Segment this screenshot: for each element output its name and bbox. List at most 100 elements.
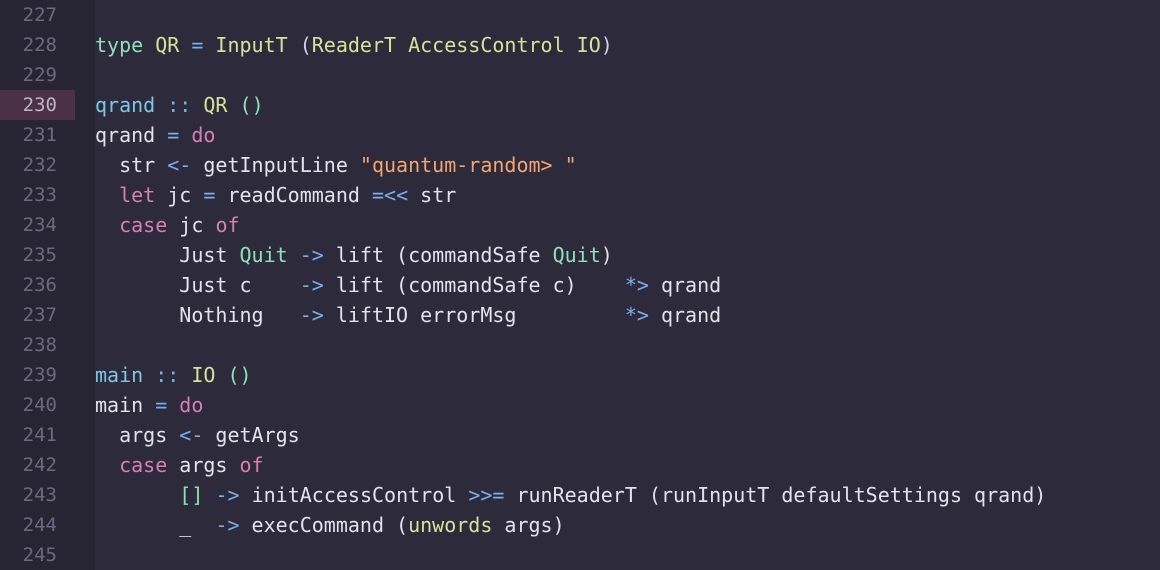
code-line[interactable]: 229: [0, 60, 1160, 90]
code-token: qrand: [648, 303, 722, 327]
code-editor[interactable]: 227 228 type QR = InputT (ReaderT AccessCo…: [0, 0, 1160, 570]
code-line[interactable]: 236 Just c -> lift (commandSafe c) *> qr…: [0, 270, 1160, 300]
code-token: ): [600, 243, 613, 267]
code-token: str: [408, 183, 457, 207]
code-token: InputT: [203, 33, 300, 57]
code-token: Just: [95, 243, 240, 267]
code-token: args: [95, 423, 180, 447]
code-token: QR: [143, 33, 192, 57]
code-line-text: Just c -> lift (commandSafe c) *> qrand: [95, 270, 721, 300]
line-number: 245: [22, 544, 57, 566]
line-number: 242: [22, 454, 57, 476]
code-line[interactable]: 232 str <- getInputLine "quantum-random>…: [0, 150, 1160, 180]
code-token: QR: [203, 93, 228, 117]
line-number: 232: [22, 154, 57, 176]
code-token: str: [95, 153, 168, 177]
code-line[interactable]: 230 qrand :: QR (): [0, 90, 1160, 120]
code-token: <-: [167, 153, 192, 177]
code-token: args: [167, 453, 240, 477]
code-token: liftIO errorMsg: [323, 303, 625, 327]
code-line-text: qrand :: QR (): [95, 90, 264, 120]
code-token: =<<: [371, 183, 409, 207]
code-line-text: args <- getArgs: [95, 420, 300, 450]
line-number: 237: [22, 304, 57, 326]
code-line[interactable]: 228 type QR = InputT (ReaderT AccessContr…: [0, 30, 1160, 60]
code-token: ->: [215, 513, 240, 537]
code-token: (): [227, 93, 264, 117]
code-line[interactable]: 242 case args of: [0, 450, 1160, 480]
code-line-text: let jc = readCommand =<< str: [95, 180, 456, 210]
code-line[interactable]: 231 qrand = do: [0, 120, 1160, 150]
code-line[interactable]: 237 Nothing -> liftIO errorMsg *> qrand: [0, 300, 1160, 330]
code-line[interactable]: 234 case jc of: [0, 210, 1160, 240]
code-token: ::: [143, 363, 192, 387]
code-token: IO: [191, 363, 216, 387]
code-token: initAccessControl: [239, 483, 469, 507]
code-token: (: [299, 33, 312, 57]
code-token: "quantum-random> ": [359, 153, 577, 177]
line-number: 240: [22, 394, 57, 416]
code-line-text: Nothing -> liftIO errorMsg *> qrand: [95, 300, 721, 330]
code-token: _: [95, 513, 216, 537]
line-number: 233: [22, 184, 57, 206]
code-token: ReaderT AccessControl IO: [311, 33, 601, 57]
code-token: do: [179, 123, 216, 147]
code-token: <-: [179, 423, 204, 447]
line-number: 230: [0, 90, 75, 120]
code-token: jc: [155, 183, 204, 207]
code-token: ->: [299, 273, 324, 297]
code-token: args): [492, 513, 565, 537]
code-token: qrand: [648, 273, 722, 297]
code-line[interactable]: 243 [] -> initAccessControl >>= runReade…: [0, 480, 1160, 510]
code-line[interactable]: 240 main = do: [0, 390, 1160, 420]
code-line[interactable]: 238: [0, 330, 1160, 360]
code-token: ->: [299, 243, 324, 267]
line-number: 244: [22, 514, 57, 536]
line-number: 241: [22, 424, 57, 446]
code-token: case: [119, 453, 168, 477]
code-token: jc: [167, 213, 216, 237]
code-line[interactable]: 233 let jc = readCommand =<< str: [0, 180, 1160, 210]
code-line[interactable]: 244 _ -> execCommand (unwords args): [0, 510, 1160, 540]
code-token: readCommand: [215, 183, 372, 207]
code-token: let: [119, 183, 156, 207]
code-token: qrand: [95, 93, 156, 117]
code-token: *>: [624, 273, 649, 297]
code-token: =: [191, 33, 204, 57]
code-token: lift (commandSafe: [323, 243, 553, 267]
line-number: 227: [22, 4, 57, 26]
code-token: >>=: [468, 483, 505, 507]
code-line[interactable]: 227: [0, 0, 1160, 30]
line-number: 229: [22, 64, 57, 86]
code-token: ->: [215, 483, 240, 507]
line-number: 228: [22, 34, 57, 56]
code-token: main: [95, 393, 156, 417]
line-number: 234: [22, 214, 57, 236]
code-token: *>: [624, 303, 649, 327]
code-line[interactable]: 241 args <- getArgs: [0, 420, 1160, 450]
code-line[interactable]: 245: [0, 540, 1160, 570]
code-line[interactable]: 235 Just Quit -> lift (commandSafe Quit): [0, 240, 1160, 270]
code-token: runReaderT (runInputT defaultSettings qr…: [504, 483, 1047, 507]
code-token: type: [95, 33, 144, 57]
code-token: ): [600, 33, 613, 57]
code-line-text: qrand = do: [95, 120, 215, 150]
code-line[interactable]: 239 main :: IO (): [0, 360, 1160, 390]
code-token: qrand: [95, 123, 168, 147]
code-token: =: [203, 183, 216, 207]
code-line-text: type QR = InputT (ReaderT AccessControl …: [95, 30, 613, 60]
code-token: case: [119, 213, 168, 237]
code-line-text: str <- getInputLine "quantum-random> ": [95, 150, 577, 180]
line-number: 238: [22, 334, 57, 356]
code-line-text: [] -> initAccessControl >>= runReaderT (…: [95, 480, 1046, 510]
code-token: =: [167, 123, 180, 147]
code-token: getArgs: [203, 423, 300, 447]
code-line-text: Just Quit -> lift (commandSafe Quit): [95, 240, 613, 270]
code-token: Just c: [95, 273, 300, 297]
code-token: []: [179, 483, 204, 507]
